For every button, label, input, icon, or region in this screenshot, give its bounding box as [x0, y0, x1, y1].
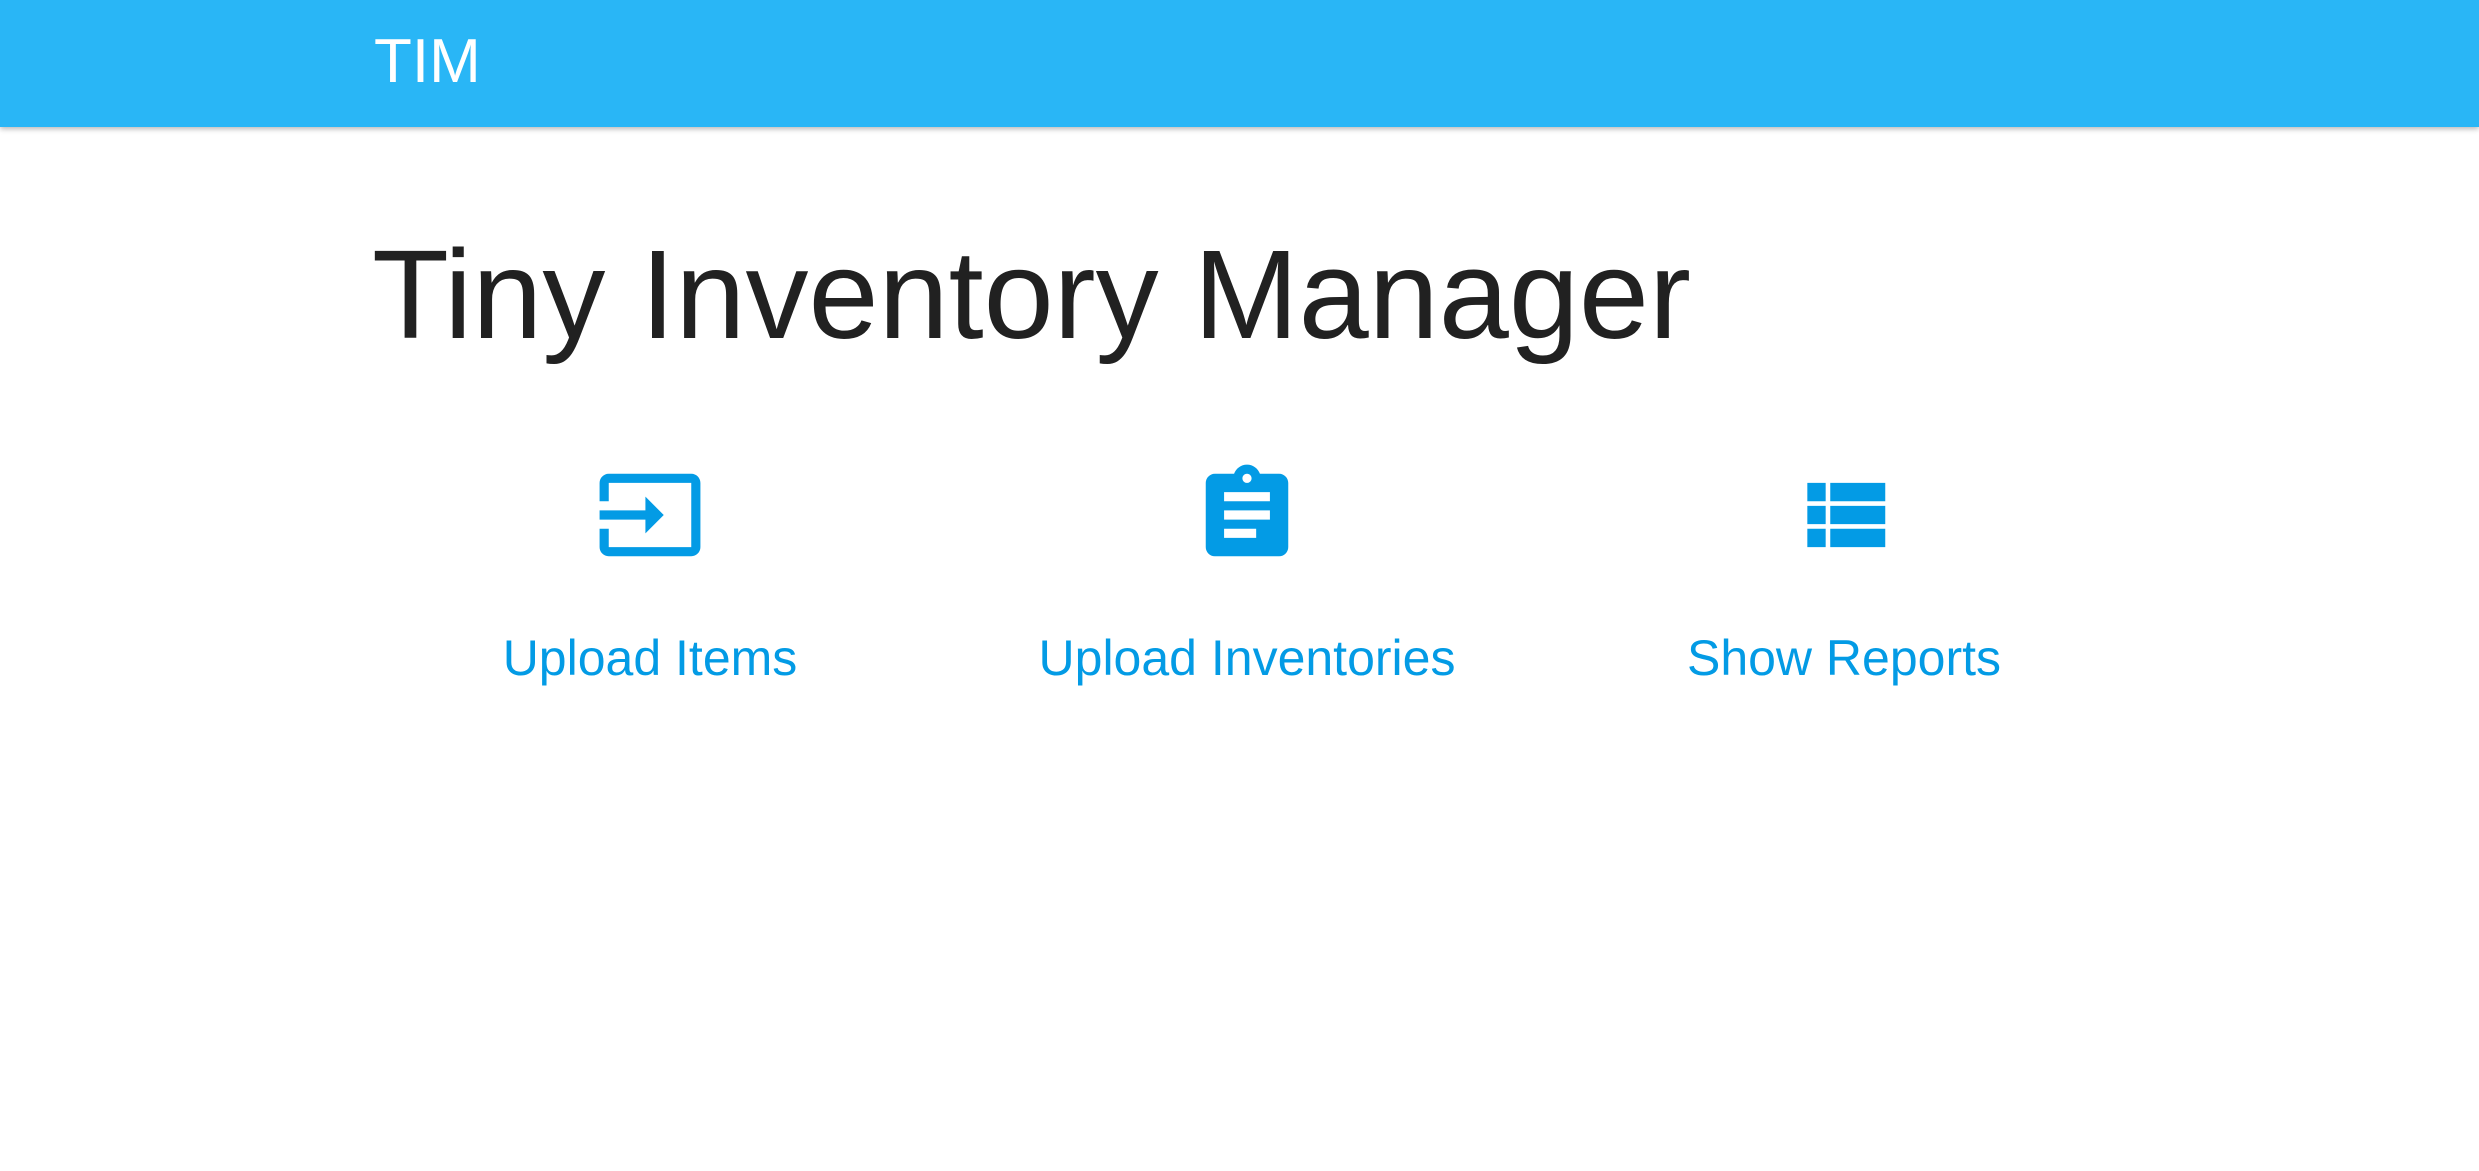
app-bar: TIM — [0, 0, 2479, 127]
upload-inventories-label: Upload Inventories — [1038, 630, 1456, 686]
input-icon — [595, 460, 705, 570]
page-title: Tiny Inventory Manager — [372, 224, 1691, 365]
assignment-icon — [1192, 460, 1302, 570]
upload-inventories-link[interactable]: Upload Inventories — [947, 460, 1547, 700]
show-reports-label: Show Reports — [1686, 630, 2002, 686]
upload-items-link[interactable]: Upload Items — [350, 460, 950, 700]
view-list-icon — [1789, 460, 1899, 570]
app-brand-link[interactable]: TIM — [374, 24, 481, 100]
action-list: Upload Items Upload Inventories Show Rep… — [0, 460, 2479, 700]
upload-items-label: Upload Items — [502, 630, 798, 686]
show-reports-link[interactable]: Show Reports — [1544, 460, 2144, 700]
